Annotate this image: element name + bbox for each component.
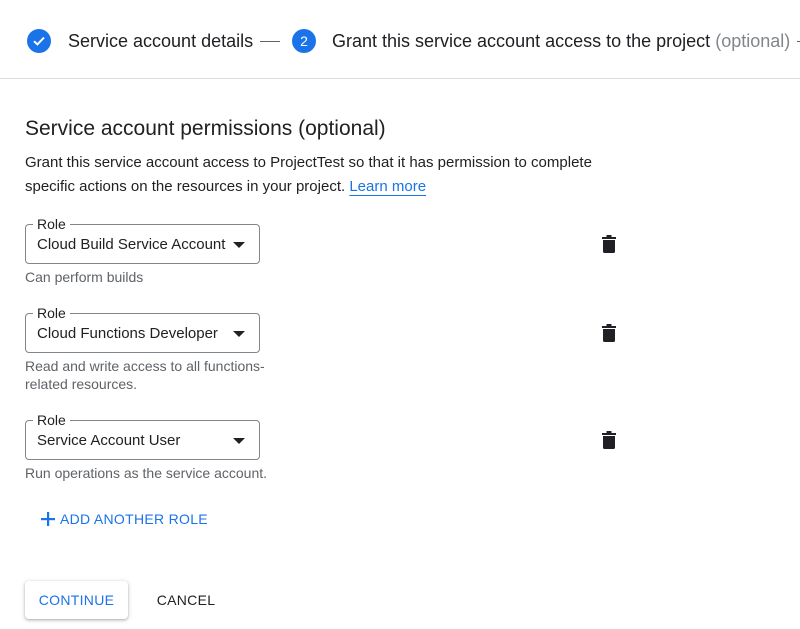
role-select-value: Cloud Functions Developer — [37, 325, 218, 342]
role-field-label: Role — [33, 304, 70, 322]
step-1-label[interactable]: Service account details — [68, 29, 253, 53]
step-completed-check-icon — [27, 29, 51, 53]
add-another-role-button[interactable]: ADD ANOTHER ROLE — [40, 509, 208, 529]
delete-role-button[interactable] — [597, 232, 621, 256]
delete-role-button[interactable] — [597, 321, 621, 345]
step-2-optional: (optional) — [715, 31, 791, 51]
role-select-value: Cloud Build Service Account — [37, 236, 226, 253]
step-2-number: 2 — [292, 29, 316, 53]
stepper-header: Service account details 2 Grant this ser… — [0, 0, 800, 79]
role-field-label: Role — [33, 215, 70, 233]
role-select[interactable]: Role Cloud Functions Developer — [25, 304, 260, 353]
step-2-title: Grant this service account access to the… — [332, 31, 711, 51]
trash-icon — [602, 324, 616, 342]
step-connector — [260, 41, 280, 42]
continue-button[interactable]: CONTINUE — [25, 581, 128, 619]
delete-role-button[interactable] — [597, 428, 621, 452]
description-text: Grant this service account access to Pro… — [25, 154, 592, 195]
role-description: Run operations as the service account. — [25, 465, 268, 481]
trash-icon — [602, 431, 616, 449]
dropdown-arrow-icon — [233, 331, 245, 337]
role-select[interactable]: Role Cloud Build Service Account — [25, 215, 260, 264]
role-field-label: Role — [33, 411, 70, 429]
role-description: Read and write access to all functions-r… — [25, 358, 265, 392]
step-2-label[interactable]: Grant this service account access to the… — [332, 29, 790, 53]
trash-icon — [602, 235, 616, 253]
dropdown-arrow-icon — [233, 438, 245, 444]
learn-more-link[interactable]: Learn more — [349, 178, 426, 195]
role-select[interactable]: Role Service Account User — [25, 411, 260, 460]
role-description: Can perform builds — [25, 269, 144, 285]
plus-icon — [41, 512, 55, 526]
add-another-role-label: ADD ANOTHER ROLE — [60, 511, 208, 527]
role-select-value: Service Account User — [37, 432, 181, 449]
section-description: Grant this service account access to Pro… — [25, 151, 625, 199]
page-title: Service account permissions (optional) — [25, 117, 386, 140]
dropdown-arrow-icon — [233, 242, 245, 248]
cancel-button[interactable]: CANCEL — [140, 581, 232, 619]
